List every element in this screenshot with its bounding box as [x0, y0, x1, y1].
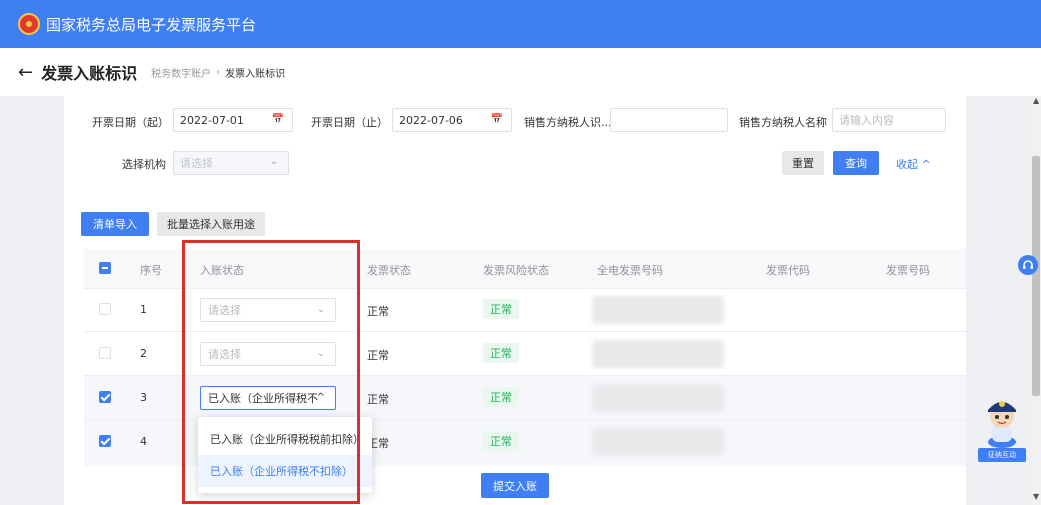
redacted-einvoice-number — [592, 428, 724, 456]
risk-status-badge: 正常 — [483, 387, 519, 407]
row-checkbox[interactable] — [99, 303, 111, 315]
page-header: ← 发票入账标识 税务数字账户 › 发票入账标识 — [0, 48, 1041, 96]
chevron-up-icon: ^ — [921, 158, 931, 171]
breadcrumb-item-account[interactable]: 税务数字账户 — [151, 65, 211, 80]
risk-status-badge: 正常 — [483, 343, 519, 363]
scroll-down-icon[interactable]: ▼ — [1033, 492, 1039, 501]
column-header-risk-status: 发票风险状态 — [483, 264, 549, 277]
calendar-icon: 📅 — [271, 114, 284, 125]
mascot-label[interactable]: 征纳互动 — [978, 448, 1026, 462]
row-checkbox[interactable] — [99, 347, 111, 359]
select-all-checkbox[interactable] — [99, 262, 111, 274]
highlight-annotation-box — [182, 240, 360, 504]
risk-status-badge: 正常 — [483, 299, 519, 319]
headset-icon[interactable] — [1018, 255, 1038, 275]
top-bar: 国家税务总局电子发票服务平台 — [0, 0, 1041, 48]
redacted-einvoice-number — [592, 384, 724, 412]
submit-entry-button[interactable]: 提交入账 — [481, 473, 549, 498]
row-no: 4 — [140, 435, 147, 448]
invoice-status: 正常 — [367, 393, 389, 406]
column-header-invoice-status: 发票状态 — [367, 264, 411, 277]
redacted-einvoice-number — [592, 340, 724, 368]
batch-select-purpose-button[interactable]: 批量选择入账用途 — [157, 212, 265, 236]
row-no: 3 — [140, 391, 147, 404]
seller-id-label: 销售方纳税人识... — [524, 116, 612, 129]
breadcrumb-item-current: 发票入账标识 — [225, 68, 286, 80]
page-title: 发票入账标识 — [41, 64, 138, 83]
tax-emblem-icon — [18, 13, 40, 35]
risk-status-badge: 正常 — [483, 431, 519, 451]
column-header-invoice-code: 发票代码 — [766, 264, 810, 277]
org-label: 选择机构 — [122, 158, 166, 171]
mascot-icon[interactable] — [978, 392, 1026, 448]
date-from-label: 开票日期（起） — [92, 116, 169, 129]
import-list-button[interactable]: 清单导入 — [81, 212, 149, 236]
left-gutter — [0, 96, 64, 505]
calendar-icon: 📅 — [490, 114, 503, 125]
column-header-no: 序号 — [140, 264, 162, 277]
row-no: 1 — [140, 303, 147, 316]
row-no: 2 — [140, 347, 147, 360]
chevron-down-icon: ⌄ — [269, 156, 278, 167]
date-to-label: 开票日期（止） — [311, 116, 388, 129]
collapse-link[interactable]: 收起 ^ — [896, 156, 931, 172]
invoice-status: 正常 — [367, 349, 389, 362]
page-scrollbar[interactable]: ▲ ▼ — [1031, 96, 1041, 505]
app-title: 国家税务总局电子发票服务平台 — [46, 15, 257, 34]
redacted-einvoice-number — [592, 296, 724, 324]
scroll-up-icon[interactable]: ▲ — [1033, 96, 1039, 105]
row-checkbox[interactable] — [99, 435, 111, 447]
seller-id-input[interactable] — [610, 108, 728, 132]
row-checkbox[interactable] — [99, 391, 111, 403]
back-arrow-icon[interactable]: ← — [18, 62, 33, 83]
seller-name-label: 销售方纳税人名称 — [739, 116, 827, 129]
column-header-invoice-number: 发票号码 — [886, 264, 930, 277]
invoice-status: 正常 — [367, 305, 389, 318]
scroll-thumb[interactable] — [1032, 156, 1040, 396]
reset-button[interactable]: 重置 — [782, 151, 824, 175]
query-button[interactable]: 查询 — [833, 151, 879, 175]
org-select[interactable]: 请选择 ⌄ — [173, 151, 289, 175]
date-from-input[interactable]: 2022-07-01 📅 — [173, 108, 293, 132]
breadcrumb-separator: › — [216, 66, 221, 78]
date-to-input[interactable]: 2022-07-06 📅 — [392, 108, 512, 132]
column-header-einvoice-number: 全电发票号码 — [597, 264, 663, 277]
seller-name-input[interactable]: 请输入内容 — [832, 108, 946, 132]
